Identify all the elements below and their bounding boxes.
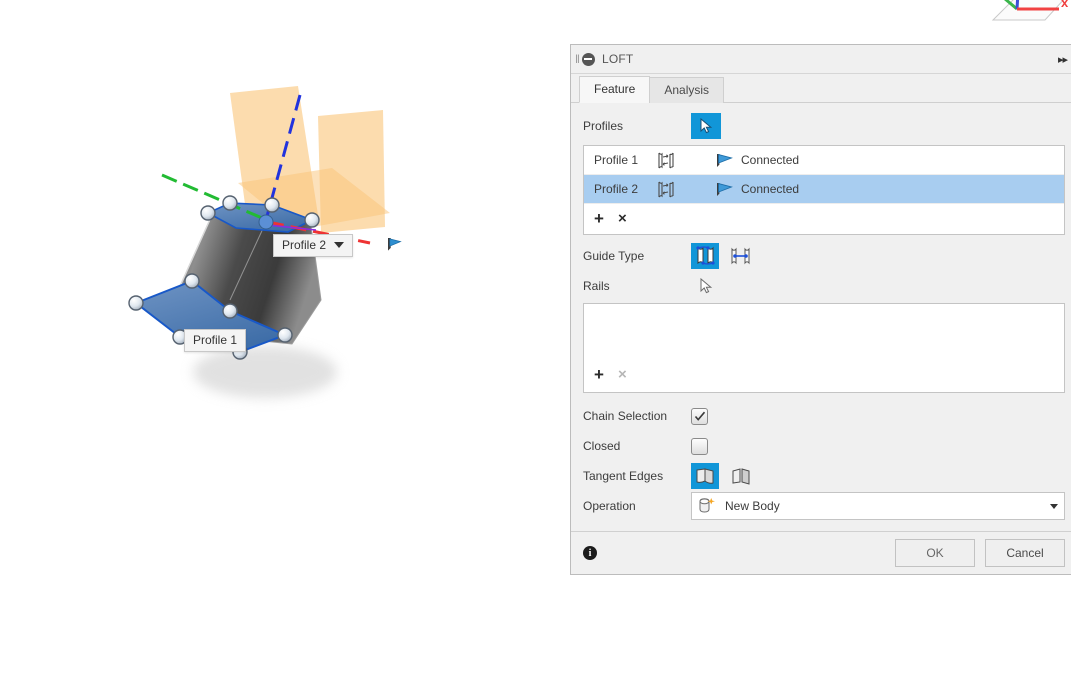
profile-2-flag-icon[interactable] — [388, 238, 402, 251]
rails-guide-icon — [695, 246, 715, 265]
closed-checkbox[interactable] — [691, 437, 708, 455]
profiles-select-button[interactable] — [691, 113, 721, 139]
rails-row: Rails — [583, 271, 1065, 301]
double-chevron-right-icon[interactable]: ▸▸ — [1058, 53, 1068, 66]
profiles-list-actions[interactable]: + × — [584, 204, 1064, 234]
chain-selection-row: Chain Selection — [583, 401, 1065, 431]
operation-dropdown[interactable]: New Body — [691, 492, 1065, 520]
tab-feature[interactable]: Feature — [579, 76, 651, 103]
profile-row-condition: Connected — [741, 153, 800, 167]
profiles-label: Profiles — [583, 119, 624, 133]
table-row[interactable]: Profile 1 Connected — [584, 146, 1064, 175]
panel-header-right[interactable]: ▸▸ — [1058, 53, 1068, 66]
chevron-down-icon[interactable] — [1050, 503, 1058, 509]
loft-dialog-panel[interactable]: ‖ LOFT ▸▸ Feature Analysis Profiles Prof… — [570, 44, 1071, 575]
ok-button[interactable]: OK — [895, 539, 975, 567]
profiles-row: Profiles — [583, 111, 1065, 141]
tangent-edges-row: Tangent Edges — [583, 461, 1065, 491]
add-rail-button[interactable]: + — [594, 366, 604, 383]
tangent-edges-merge-button[interactable] — [691, 463, 719, 489]
profile-row-condition-group[interactable]: Connected — [716, 153, 799, 168]
profile-row-condition: Connected — [741, 182, 800, 196]
cursor-select-icon — [700, 118, 712, 134]
new-body-icon — [699, 498, 715, 513]
tangent-keep-icon — [732, 467, 749, 485]
loft-geometry[interactable] — [40, 0, 600, 440]
viewport-label-profile-2[interactable]: Profile 2 — [273, 234, 354, 257]
chevron-down-icon[interactable] — [334, 242, 345, 248]
guide-type-label: Guide Type — [583, 249, 645, 263]
closed-label: Closed — [583, 439, 621, 453]
info-icon[interactable]: i — [583, 546, 597, 560]
axis-x-label: x — [1061, 0, 1069, 10]
loft-section-icon — [656, 181, 716, 198]
viewport-label-profile-1-text: Profile 1 — [193, 333, 238, 347]
collapse-circle-icon[interactable] — [581, 52, 595, 66]
cancel-button[interactable]: Cancel — [985, 539, 1065, 567]
guide-type-row: Guide Type — [583, 241, 1065, 271]
connected-flag-icon — [717, 182, 733, 196]
panel-header[interactable]: ‖ LOFT ▸▸ — [571, 45, 1071, 74]
viewport-label-profile-1[interactable]: Profile 1 — [184, 329, 247, 352]
profiles-listbox[interactable]: Profile 1 Connected Profile 2 Connected … — [583, 145, 1065, 235]
add-profile-button[interactable]: + — [594, 210, 604, 227]
body-shadow — [193, 346, 337, 398]
profile-row-name: Profile 2 — [594, 182, 639, 196]
guide-type-rails-button[interactable] — [691, 243, 719, 269]
panel-title: LOFT — [601, 52, 634, 66]
remove-profile-button[interactable]: × — [618, 211, 627, 226]
profile-row-condition-group[interactable]: Connected — [716, 182, 799, 197]
origin-point[interactable] — [258, 214, 274, 230]
panel-footer: i OK Cancel — [571, 531, 1071, 574]
guide-type-centerline-button[interactable] — [727, 243, 755, 269]
chain-selection-label: Chain Selection — [583, 409, 668, 423]
footer-buttons: OK Cancel — [895, 539, 1065, 567]
cursor-arrow-icon — [700, 278, 712, 294]
rails-list-actions[interactable]: + × — [584, 360, 627, 390]
chain-selection-checkbox[interactable] — [691, 407, 708, 425]
rails-listbox[interactable]: + × — [583, 303, 1065, 393]
closed-row: Closed — [583, 431, 1065, 461]
viewport-label-profile-2-text: Profile 2 — [282, 238, 327, 252]
tangent-edges-label: Tangent Edges — [583, 469, 664, 483]
tangent-merge-icon — [696, 467, 713, 484]
view-axis-gizmo-icon[interactable]: x — [975, 0, 1071, 22]
profile-row-name: Profile 1 — [594, 153, 639, 167]
rails-select-button[interactable] — [691, 278, 721, 294]
grip-handle-icon[interactable]: ‖ — [575, 52, 580, 66]
loft-section-icon — [656, 152, 716, 169]
operation-label: Operation — [583, 499, 636, 513]
panel-body: Profiles Profile 1 Connected Profile 2 C… — [571, 103, 1071, 531]
operation-value: New Body — [725, 499, 780, 513]
remove-rail-button[interactable]: × — [618, 367, 627, 382]
table-row[interactable]: Profile 2 Connected — [584, 175, 1064, 204]
panel-tabs[interactable]: Feature Analysis — [571, 74, 1071, 103]
tab-analysis[interactable]: Analysis — [649, 77, 725, 103]
connected-flag-icon — [717, 153, 733, 167]
tangent-edges-keep-button[interactable] — [727, 463, 755, 489]
centerline-guide-icon — [731, 247, 750, 265]
checkmark-icon — [694, 411, 705, 421]
operation-row: Operation New Body — [583, 491, 1065, 521]
rails-label: Rails — [583, 279, 610, 293]
